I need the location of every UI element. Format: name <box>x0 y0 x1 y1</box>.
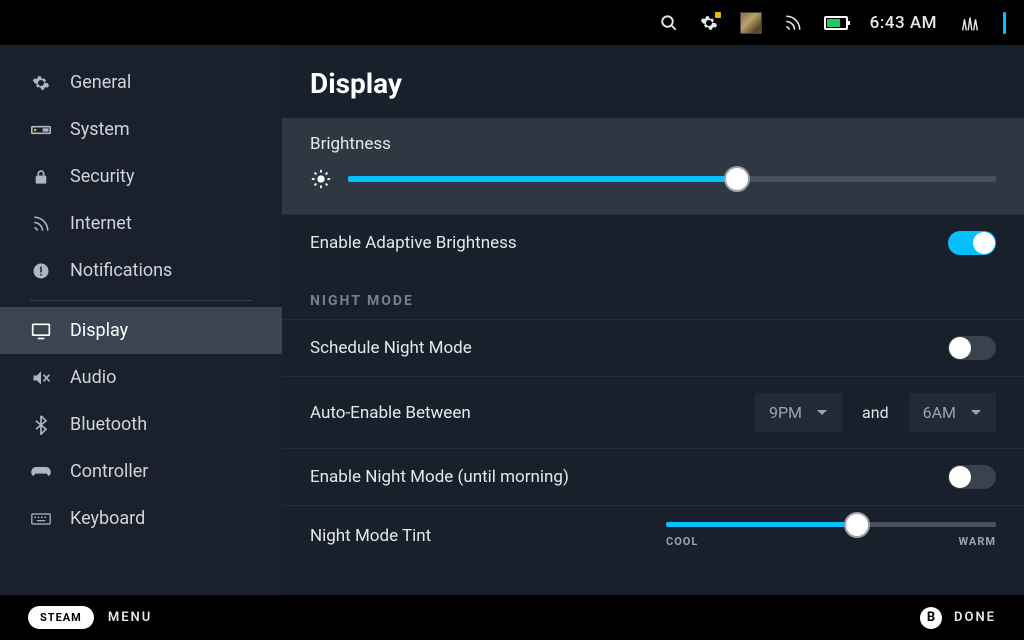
wifi-icon <box>30 215 52 233</box>
adaptive-brightness-row: Enable Adaptive Brightness <box>282 214 1024 271</box>
bluetooth-icon <box>30 415 52 435</box>
profile-glyph-icon[interactable] <box>959 12 981 34</box>
avatar[interactable] <box>740 12 762 34</box>
status-bar: 6:43 AM <box>0 0 1024 45</box>
b-button-icon[interactable]: B <box>920 607 942 629</box>
night-mode-tint-label: Night Mode Tint <box>310 522 431 546</box>
brightness-slider[interactable] <box>310 168 996 190</box>
footer-bar: STEAM MENU B DONE <box>0 595 1024 640</box>
keyboard-icon <box>30 513 52 525</box>
sidebar-separator <box>30 300 252 301</box>
auto-enable-row: Auto-Enable Between 9PM and 6AM <box>282 376 1024 448</box>
sun-icon <box>310 168 332 190</box>
mute-icon <box>30 369 52 387</box>
enable-night-mode-label: Enable Night Mode (until morning) <box>310 467 569 487</box>
sidebar-item-audio[interactable]: Audio <box>0 354 282 401</box>
tint-warm-label: WARM <box>959 535 996 548</box>
chevron-down-icon <box>970 409 982 417</box>
gear-icon[interactable] <box>700 14 718 32</box>
gamepad-icon <box>30 465 52 479</box>
console-icon <box>30 123 52 137</box>
alert-icon <box>30 262 52 280</box>
auto-to-value: 6AM <box>923 403 956 422</box>
enable-night-mode-row: Enable Night Mode (until morning) <box>282 448 1024 505</box>
steam-button[interactable]: STEAM <box>28 606 94 629</box>
sidebar-item-keyboard[interactable]: Keyboard <box>0 495 282 542</box>
network-icon[interactable] <box>784 14 802 32</box>
schedule-night-mode-toggle[interactable] <box>948 336 996 360</box>
adaptive-brightness-toggle[interactable] <box>948 231 996 255</box>
sidebar-item-security[interactable]: Security <box>0 153 282 200</box>
sidebar-item-label: Bluetooth <box>70 414 147 435</box>
sidebar-item-label: Audio <box>70 367 116 388</box>
sidebar-item-bluetooth[interactable]: Bluetooth <box>0 401 282 448</box>
enable-night-mode-toggle[interactable] <box>948 465 996 489</box>
sidebar-item-label: Keyboard <box>70 508 145 529</box>
sidebar-item-system[interactable]: System <box>0 106 282 153</box>
sidebar-item-label: Internet <box>70 213 132 234</box>
tint-slider[interactable] <box>666 522 996 527</box>
sidebar-item-label: Security <box>70 166 134 187</box>
search-icon[interactable] <box>660 14 678 32</box>
accent-bar <box>1003 12 1006 34</box>
battery-icon <box>824 16 848 30</box>
auto-to-select[interactable]: 6AM <box>909 393 996 432</box>
schedule-night-mode-label: Schedule Night Mode <box>310 338 472 358</box>
clock: 6:43 AM <box>870 13 937 33</box>
settings-sidebar: General System Security Internet Notific… <box>0 45 282 595</box>
auto-enable-label: Auto-Enable Between <box>310 403 471 423</box>
monitor-icon <box>30 322 52 340</box>
display-settings-panel: Display Brightness Enable Adaptive Brigh… <box>282 45 1024 595</box>
sidebar-item-label: Display <box>70 320 128 341</box>
night-mode-tint-row: Night Mode Tint COOL WARM <box>282 505 1024 564</box>
sidebar-item-label: Controller <box>70 461 148 482</box>
night-mode-section-title: NIGHT MODE <box>282 271 1024 319</box>
menu-label: MENU <box>108 610 152 625</box>
sidebar-item-general[interactable]: General <box>0 59 282 106</box>
auto-from-value: 9PM <box>769 403 802 422</box>
brightness-label: Brightness <box>310 134 996 154</box>
auto-and-label: and <box>862 403 889 422</box>
auto-from-select[interactable]: 9PM <box>755 393 842 432</box>
lock-icon <box>30 168 52 186</box>
brightness-row: Brightness <box>282 118 1024 214</box>
chevron-down-icon <box>816 409 828 417</box>
sidebar-item-label: System <box>70 119 130 140</box>
sidebar-item-display[interactable]: Display <box>0 307 282 354</box>
sidebar-item-label: Notifications <box>70 260 172 281</box>
adaptive-brightness-label: Enable Adaptive Brightness <box>310 233 517 253</box>
tint-cool-label: COOL <box>666 535 698 548</box>
page-title: Display <box>282 45 1024 118</box>
sidebar-item-internet[interactable]: Internet <box>0 200 282 247</box>
gear-icon <box>30 74 52 92</box>
sidebar-item-label: General <box>70 72 131 93</box>
done-label: DONE <box>954 610 996 625</box>
schedule-night-mode-row: Schedule Night Mode <box>282 319 1024 376</box>
sidebar-item-controller[interactable]: Controller <box>0 448 282 495</box>
sidebar-item-notifications[interactable]: Notifications <box>0 247 282 294</box>
